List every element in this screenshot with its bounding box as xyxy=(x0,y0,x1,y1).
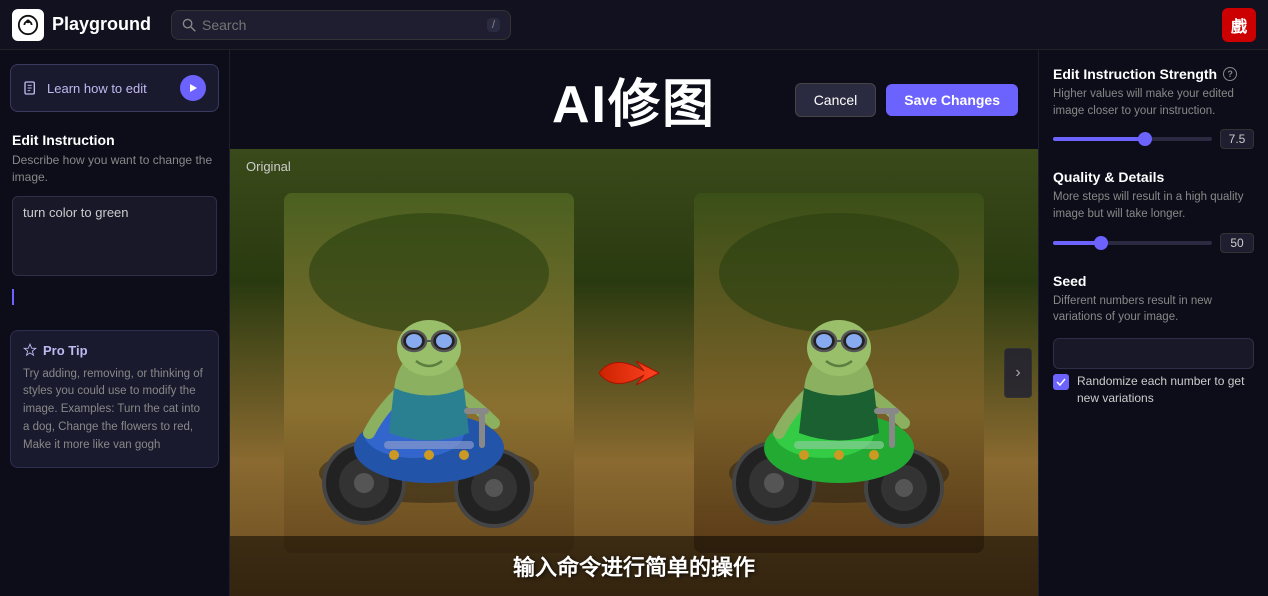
save-button[interactable]: Save Changes xyxy=(886,84,1018,116)
logo: Playground xyxy=(12,9,151,41)
strength-info-icon[interactable]: ? xyxy=(1223,67,1237,81)
quality-section: Quality & Details More steps will result… xyxy=(1053,169,1254,252)
search-bar[interactable]: / xyxy=(171,10,511,40)
book-icon xyxy=(23,80,39,96)
center-content: AI修图 Cancel Save Changes Original xyxy=(230,50,1038,596)
frog-svg-original xyxy=(284,193,574,553)
frog-edited xyxy=(694,193,984,553)
learn-how-label: Learn how to edit xyxy=(47,81,147,96)
image-area: Original xyxy=(230,149,1038,596)
star-icon xyxy=(23,343,37,357)
strength-slider-thumb[interactable] xyxy=(1138,132,1152,146)
arrow-svg xyxy=(594,343,674,403)
strength-section: Edit Instruction Strength ? Higher value… xyxy=(1053,66,1254,149)
strength-slider-row: 7.5 xyxy=(1053,129,1254,149)
play-icon xyxy=(188,83,198,93)
edit-instruction-section: Edit Instruction Describe how you want t… xyxy=(0,122,229,316)
cancel-button[interactable]: Cancel xyxy=(795,83,877,117)
learn-play-button[interactable] xyxy=(180,75,206,101)
quality-value: 50 xyxy=(1220,233,1254,253)
logo-icon xyxy=(12,9,44,41)
frog-pair xyxy=(230,149,1038,596)
main-layout: Learn how to edit Edit Instruction Descr… xyxy=(0,50,1268,596)
seed-section: Seed Different numbers result in new var… xyxy=(1053,273,1254,407)
avatar[interactable]: 戲 xyxy=(1222,8,1256,42)
page-title: AI修图 xyxy=(552,62,716,137)
text-cursor xyxy=(12,289,14,305)
edit-instruction-input[interactable] xyxy=(12,196,217,276)
strength-title: Edit Instruction Strength xyxy=(1053,66,1217,82)
frog-scene: Original xyxy=(230,149,1038,596)
learn-how-button[interactable]: Learn how to edit xyxy=(10,64,219,112)
right-sidebar: Edit Instruction Strength ? Higher value… xyxy=(1038,50,1268,596)
strength-value: 7.5 xyxy=(1220,129,1254,149)
quality-slider-row: 50 xyxy=(1053,233,1254,253)
search-input[interactable] xyxy=(202,17,481,33)
strength-slider-track[interactable] xyxy=(1053,137,1212,141)
direction-arrow xyxy=(594,343,674,403)
quality-desc: More steps will result in a high quality… xyxy=(1053,189,1254,222)
edit-instruction-title: Edit Instruction xyxy=(12,132,217,148)
center-header: AI修图 Cancel Save Changes xyxy=(230,50,1038,149)
pro-tip-title-text: Pro Tip xyxy=(43,343,88,358)
frog-original xyxy=(284,193,574,553)
quality-title: Quality & Details xyxy=(1053,169,1164,185)
frog-svg-edited xyxy=(694,193,984,553)
pro-tip-box: Pro Tip Try adding, removing, or thinkin… xyxy=(10,330,219,468)
quality-slider-thumb[interactable] xyxy=(1094,236,1108,250)
next-arrow-button[interactable]: › xyxy=(1004,348,1032,398)
randomize-label: Randomize each number to get new variati… xyxy=(1077,373,1254,407)
header-buttons: Cancel Save Changes xyxy=(795,83,1018,117)
subtitle-overlay: 输入命令进行简单的操作 xyxy=(230,536,1038,596)
randomize-checkbox[interactable] xyxy=(1053,374,1069,390)
quality-slider-fill xyxy=(1053,241,1101,245)
strength-slider-fill xyxy=(1053,137,1145,141)
app-title: Playground xyxy=(52,14,151,35)
edit-instruction-desc: Describe how you want to change the imag… xyxy=(12,152,217,186)
search-shortcut: / xyxy=(487,18,500,32)
seed-input[interactable] xyxy=(1053,338,1254,369)
randomize-row: Randomize each number to get new variati… xyxy=(1053,373,1254,407)
seed-desc: Different numbers result in new variatio… xyxy=(1053,293,1254,326)
search-icon xyxy=(182,18,196,32)
checkmark-icon xyxy=(1056,377,1066,387)
quality-slider-track[interactable] xyxy=(1053,241,1212,245)
seed-title: Seed xyxy=(1053,273,1086,289)
strength-desc: Higher values will make your edited imag… xyxy=(1053,86,1254,119)
pro-tip-text: Try adding, removing, or thinking of sty… xyxy=(23,366,206,455)
subtitle-text: 输入命令进行简单的操作 xyxy=(513,550,755,582)
topbar: Playground / 戲 xyxy=(0,0,1268,50)
left-sidebar: Learn how to edit Edit Instruction Descr… xyxy=(0,50,230,596)
